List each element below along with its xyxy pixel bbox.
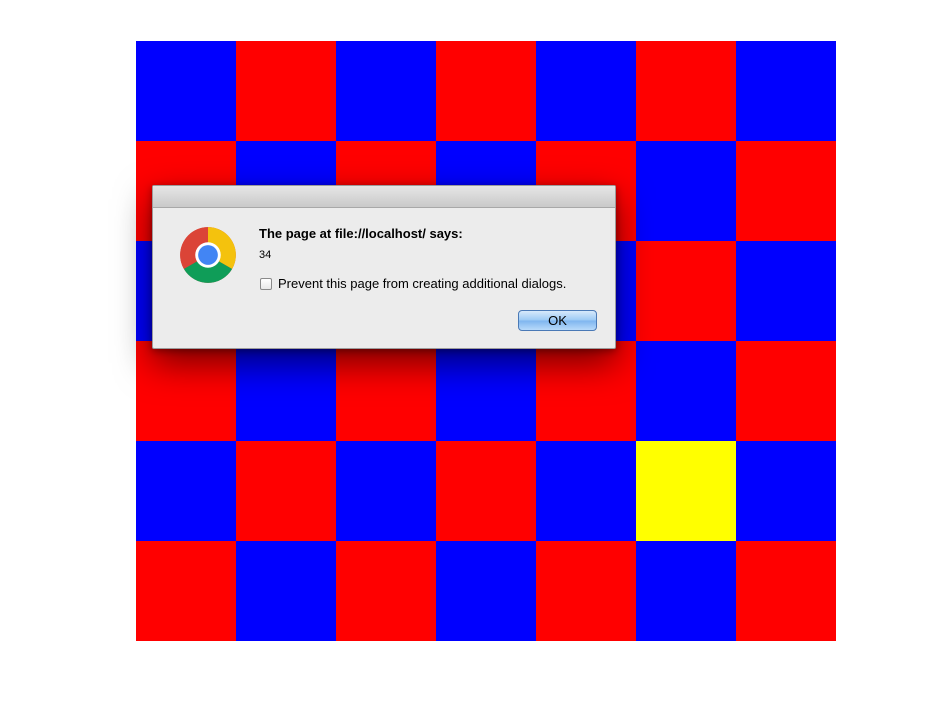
board-cell[interactable] xyxy=(636,341,736,441)
board-cell[interactable] xyxy=(436,341,536,441)
board-cell[interactable] xyxy=(136,541,236,641)
board-cell[interactable] xyxy=(736,241,836,341)
board-cell[interactable] xyxy=(636,141,736,241)
chrome-icon xyxy=(180,227,236,283)
board-cell[interactable] xyxy=(736,541,836,641)
board-cell[interactable] xyxy=(536,41,636,141)
board-cell[interactable] xyxy=(236,441,336,541)
board-cell[interactable] xyxy=(236,41,336,141)
board-cell[interactable] xyxy=(136,41,236,141)
board-cell[interactable] xyxy=(236,541,336,641)
dialog-title: The page at file://localhost/ says: xyxy=(259,226,463,241)
board-cell[interactable] xyxy=(436,41,536,141)
board-cell[interactable] xyxy=(736,441,836,541)
alert-dialog: The page at file://localhost/ says: 34 P… xyxy=(152,185,616,349)
ok-button[interactable]: OK xyxy=(518,310,597,331)
prevent-dialogs-label[interactable]: Prevent this page from creating addition… xyxy=(278,276,566,291)
prevent-dialogs-checkbox[interactable] xyxy=(260,277,272,290)
board-cell[interactable] xyxy=(536,441,636,541)
board-cell[interactable] xyxy=(136,441,236,541)
board-cell[interactable] xyxy=(136,341,236,441)
board-cell[interactable] xyxy=(436,441,536,541)
board-cell[interactable] xyxy=(236,341,336,441)
board-cell[interactable] xyxy=(336,441,436,541)
dialog-titlebar xyxy=(153,186,615,208)
board-cell[interactable] xyxy=(736,41,836,141)
board-cell[interactable] xyxy=(336,341,436,441)
board-cell[interactable] xyxy=(636,541,736,641)
board-cell[interactable] xyxy=(436,541,536,641)
dialog-message: 34 xyxy=(259,249,272,261)
board-cell[interactable] xyxy=(536,541,636,641)
board-cell[interactable] xyxy=(736,341,836,441)
prevent-dialogs-option[interactable]: Prevent this page from creating addition… xyxy=(260,276,566,291)
board-cell[interactable] xyxy=(736,141,836,241)
board-cell[interactable] xyxy=(336,41,436,141)
board-cell[interactable] xyxy=(636,241,736,341)
board-cell-highlighted[interactable] xyxy=(636,441,736,541)
board-cell[interactable] xyxy=(336,541,436,641)
board-cell[interactable] xyxy=(636,41,736,141)
board-cell[interactable] xyxy=(536,341,636,441)
